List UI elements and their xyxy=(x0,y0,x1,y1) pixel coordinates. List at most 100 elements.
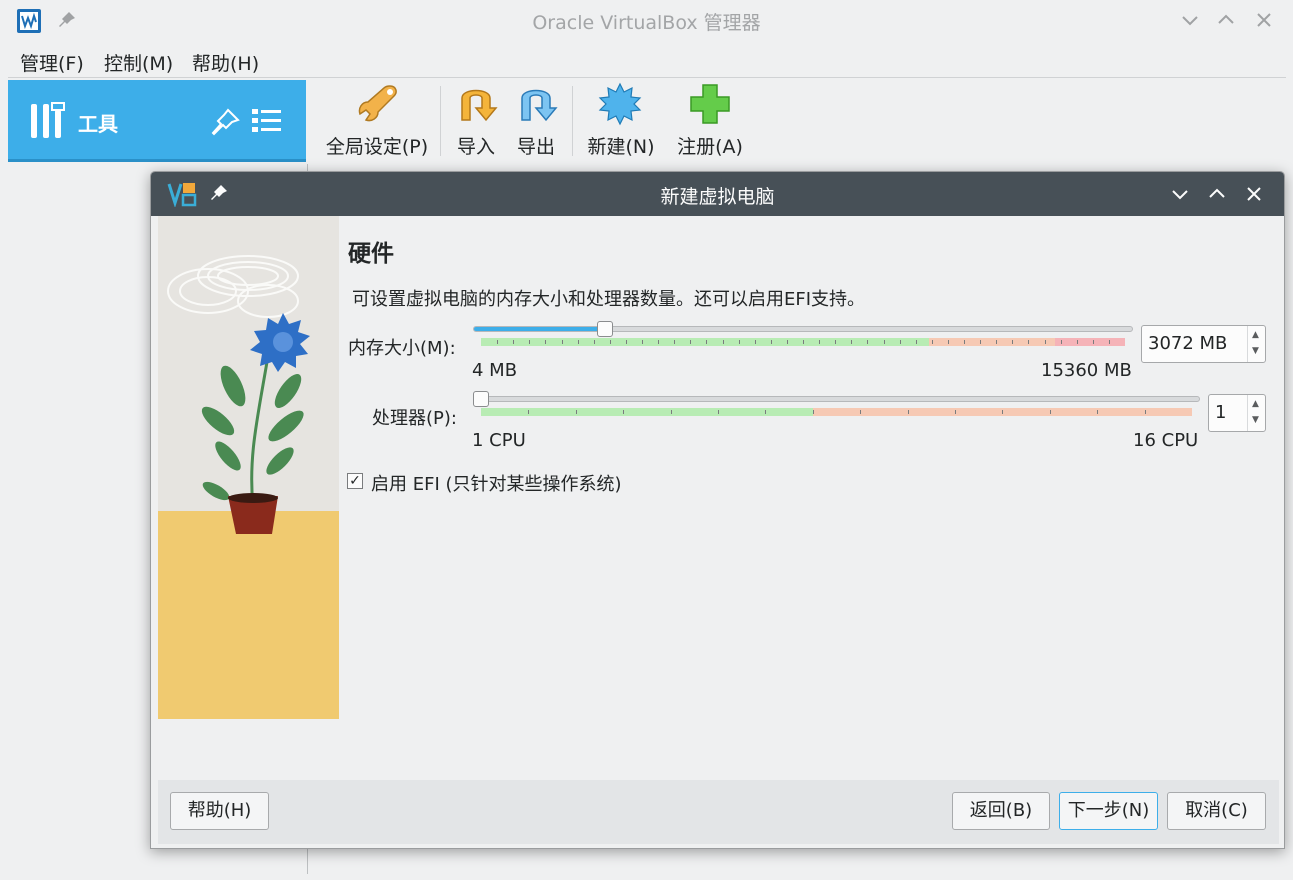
wizard-illustration xyxy=(158,216,339,719)
main-toolbar: 全局设定(P) 导入 导出 新建(N) 注册(A) xyxy=(308,78,1293,162)
slider-tick xyxy=(529,340,531,344)
slider-tick xyxy=(1092,340,1094,344)
menu-manage[interactable]: 管理(F) xyxy=(20,49,84,76)
memory-spin-arrows[interactable]: ▲ ▼ xyxy=(1247,326,1265,362)
export-icon xyxy=(521,89,558,122)
wrench-icon xyxy=(358,85,397,122)
slider-tick xyxy=(996,340,998,344)
slider-tick xyxy=(1060,340,1062,344)
slider-tick xyxy=(980,340,982,344)
memory-spinbox[interactable]: 3072 MB ▲ ▼ xyxy=(1141,325,1266,363)
slider-tick xyxy=(642,340,643,344)
cancel-button[interactable]: 取消(C) xyxy=(1167,792,1266,830)
slider-tick xyxy=(812,410,814,414)
section-description: 可设置虚拟电脑的内存大小和处理器数量。还可以启用EFI支持。 xyxy=(352,289,866,310)
import-icon xyxy=(461,89,498,122)
tools-panel[interactable]: 工具 xyxy=(8,80,306,162)
spin-down-icon[interactable]: ▼ xyxy=(1252,346,1259,356)
new-vm-button[interactable]: 新建(N) xyxy=(580,78,662,162)
minimize-button[interactable] xyxy=(1178,8,1202,32)
new-starburst-icon xyxy=(598,82,642,126)
pin-tools-icon[interactable] xyxy=(208,106,242,140)
export-button[interactable]: 导出 xyxy=(510,78,562,162)
processor-min-label: 1 CPU xyxy=(472,430,526,451)
menu-control[interactable]: 控制(M) xyxy=(104,49,173,76)
window-title: Oracle VirtualBox 管理器 xyxy=(532,12,761,34)
slider-tick xyxy=(851,340,853,344)
slider-tick xyxy=(738,340,740,344)
list-menu-icon[interactable] xyxy=(252,106,282,136)
memory-bar-red xyxy=(1055,338,1125,346)
slider-tick xyxy=(1012,340,1014,344)
export-label: 导出 xyxy=(516,136,555,158)
close-button[interactable] xyxy=(1252,8,1276,32)
dialog-title: 新建虚拟电脑 xyxy=(660,186,775,208)
slider-tick xyxy=(955,410,956,414)
processor-max-label: 16 CPU xyxy=(1133,430,1199,451)
memory-slider-handle[interactable] xyxy=(596,321,613,337)
toolbar-separator xyxy=(572,86,573,156)
menu-help[interactable]: 帮助(H) xyxy=(192,49,259,76)
slider-tick xyxy=(947,340,949,344)
green-plus-icon xyxy=(690,84,730,124)
efi-checkbox-label[interactable]: 启用 EFI (只针对某些操作系统) xyxy=(371,470,622,496)
memory-range-bar xyxy=(481,338,1125,346)
processor-range-bar xyxy=(481,408,1192,416)
memory-value: 3072 MB xyxy=(1148,333,1228,354)
tools-icon xyxy=(31,102,65,138)
slider-tick xyxy=(1002,410,1004,414)
slider-tick xyxy=(1097,410,1099,414)
global-settings-button[interactable]: 全局设定(P) xyxy=(316,78,438,162)
maximize-button[interactable] xyxy=(1214,8,1238,32)
slider-tick xyxy=(513,340,515,344)
slider-tick xyxy=(658,340,660,344)
slider-tick xyxy=(625,340,627,344)
slider-tick xyxy=(1049,410,1051,414)
dialog-close-button[interactable] xyxy=(1242,182,1266,206)
slider-tick xyxy=(670,410,672,414)
toolbar-separator xyxy=(440,86,441,156)
efi-checkbox[interactable]: ✓ xyxy=(347,473,363,489)
slider-tick xyxy=(860,410,862,414)
slider-tick xyxy=(819,340,821,344)
memory-min-label: 4 MB xyxy=(472,360,518,381)
slider-tick xyxy=(1028,340,1030,344)
memory-label: 内存大小(M): xyxy=(348,338,456,359)
slider-tick xyxy=(674,340,676,344)
tools-label: 工具 xyxy=(78,112,118,136)
dialog-maximize-button[interactable] xyxy=(1205,182,1229,206)
slider-tick xyxy=(722,340,724,344)
slider-tick xyxy=(609,340,611,344)
processor-spin-arrows[interactable]: ▲ ▼ xyxy=(1247,395,1265,431)
help-button[interactable]: 帮助(H) xyxy=(170,792,269,830)
slider-tick xyxy=(528,410,530,414)
slider-tick xyxy=(1076,340,1078,344)
dialog-button-bar: 帮助(H) 返回(B) 下一步(N) 取消(C) xyxy=(158,780,1279,844)
memory-slider[interactable] xyxy=(473,326,1133,332)
processor-slider-handle[interactable] xyxy=(473,391,489,407)
slider-tick xyxy=(623,410,625,414)
dialog-minimize-button[interactable] xyxy=(1168,182,1192,206)
slider-tick xyxy=(835,340,837,344)
processor-slider[interactable] xyxy=(473,396,1200,402)
new-vm-label: 新建(N) xyxy=(587,136,655,158)
spin-up-icon[interactable]: ▲ xyxy=(1252,399,1259,409)
slider-tick xyxy=(690,340,692,344)
slider-tick xyxy=(754,340,756,344)
processor-spinbox[interactable]: 1 ▲ ▼ xyxy=(1208,394,1266,432)
import-button[interactable]: 导入 xyxy=(450,78,502,162)
main-titlebar: Oracle VirtualBox 管理器 xyxy=(0,0,1293,42)
slider-tick xyxy=(765,410,767,414)
memory-max-label: 15360 MB xyxy=(1041,360,1132,381)
new-vm-dialog: 新建虚拟电脑 硬件 可设置虚拟电脑的内存大小和处理器数量。还可以启用EFI支持。… xyxy=(150,171,1285,849)
next-button[interactable]: 下一步(N) xyxy=(1059,792,1158,830)
memory-slider-fill xyxy=(474,327,606,331)
processor-label: 处理器(P): xyxy=(372,408,457,429)
spin-up-icon[interactable]: ▲ xyxy=(1252,330,1259,340)
back-button[interactable]: 返回(B) xyxy=(952,792,1050,830)
slider-tick xyxy=(770,340,772,344)
spin-down-icon[interactable]: ▼ xyxy=(1252,415,1259,425)
import-label: 导入 xyxy=(456,136,495,158)
register-button[interactable]: 注册(A) xyxy=(670,78,750,162)
dialog-titlebar: 新建虚拟电脑 xyxy=(151,172,1284,216)
